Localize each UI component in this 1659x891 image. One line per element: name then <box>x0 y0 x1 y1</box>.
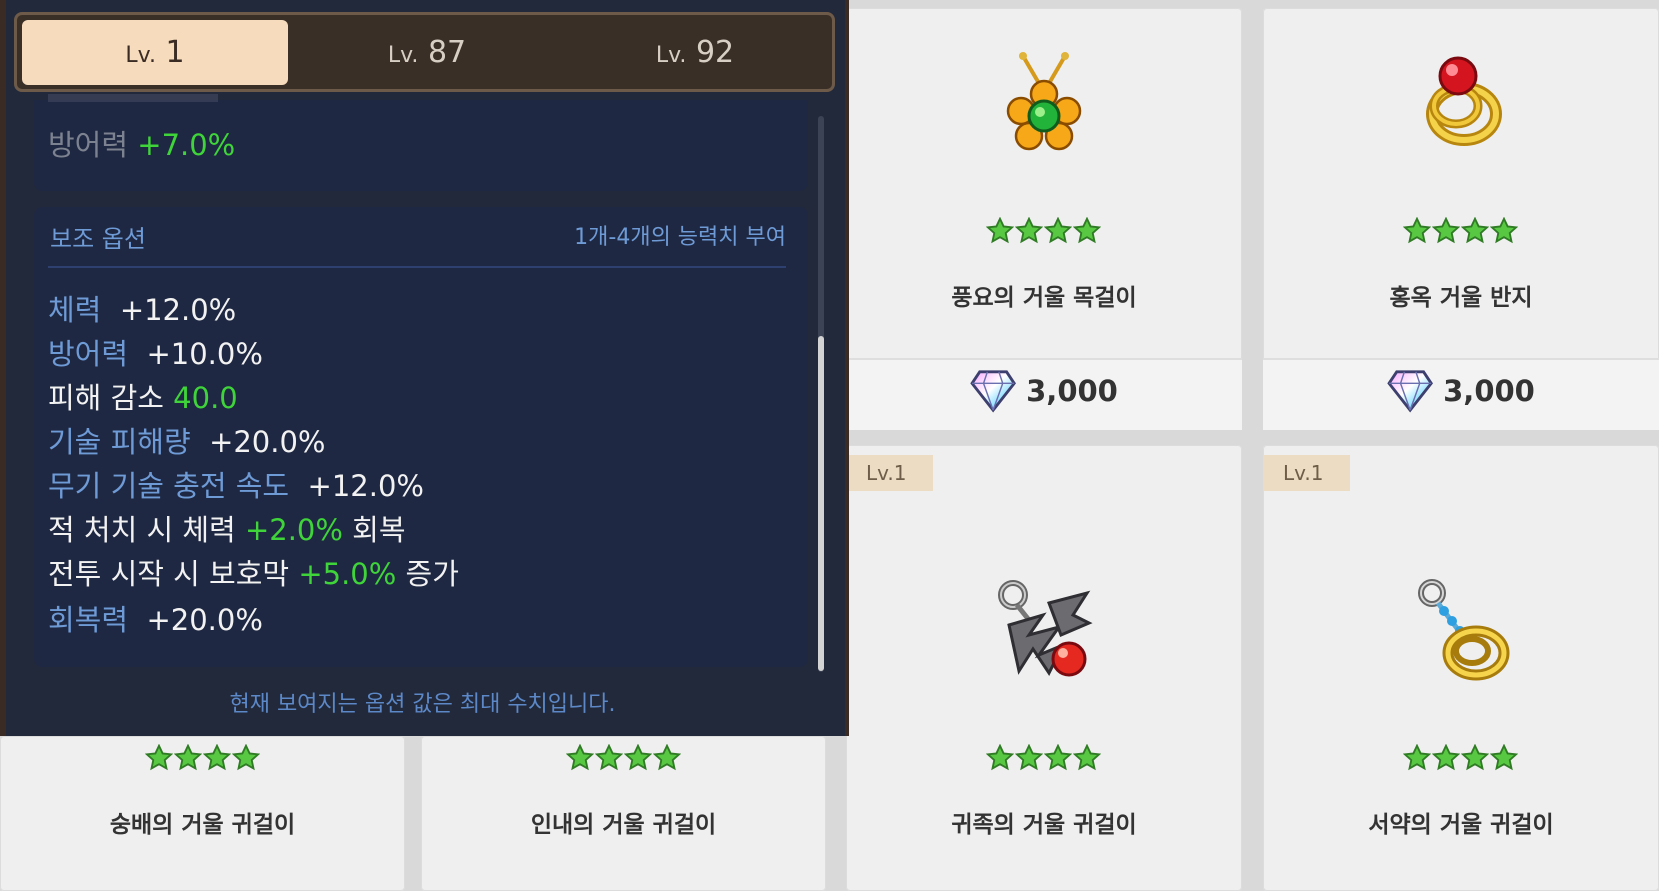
sub-options-note: 1개-4개의 능력치 부여 <box>574 225 786 250</box>
sub-options-title: 보조 옵션 <box>50 225 146 253</box>
option-line: 적 처치 시 체력 +2.0% 회복 <box>48 513 406 547</box>
green-star-icon <box>1016 217 1042 243</box>
main-options-box: 방어력 +7.0% <box>34 94 808 191</box>
level-tag: Lv.1 <box>1263 455 1350 491</box>
option-line: 피해 감소 40.0 <box>48 381 238 415</box>
ring-earring-icon <box>1418 579 1510 681</box>
green-star-icon <box>987 217 1013 243</box>
item-name: 인내의 거울 귀걸이 <box>530 812 717 838</box>
item-card-prosperity-necklace[interactable]: 풍요의 거울 목걸이 3,000 <box>846 8 1242 430</box>
scrollbar-thumb[interactable] <box>818 336 824 671</box>
item-card-noble-earring[interactable]: Lv.1 귀족의 거울 귀걸이 <box>846 445 1242 891</box>
tab-level-87[interactable]: Lv. 87 <box>294 20 560 85</box>
sub-options-box: 보조 옵션 1개-4개의 능력치 부여 체력 +12.0% 방어력 +10.0%… <box>34 207 808 667</box>
price-value: 3,000 <box>1443 374 1535 408</box>
price-value: 3,000 <box>1026 374 1118 408</box>
star-rating <box>1403 740 1519 774</box>
tab-level-1[interactable]: Lv. 1 <box>22 20 288 85</box>
footer-note: 현재 보여지는 옵션 값은 최대 수치입니다. <box>229 692 616 717</box>
level-tag: Lv.1 <box>846 455 933 491</box>
bat-earring-icon <box>998 580 1093 677</box>
item-card-worship-earring[interactable]: 숭배의 거울 귀걸이 <box>0 736 405 891</box>
item-card-ruby-ring[interactable]: 홍옥 거울 반지 3,000 <box>1263 8 1659 430</box>
star-rating <box>145 740 261 774</box>
price: 3,000 <box>970 368 1118 414</box>
diamond-gem-icon <box>970 370 1016 412</box>
price: 3,000 <box>1387 368 1535 414</box>
item-name: 서약의 거울 귀걸이 <box>1368 812 1554 838</box>
item-name: 숭배의 거울 귀걸이 <box>109 812 296 838</box>
option-line: 체력 +12.0% <box>48 293 237 327</box>
item-option-tooltip: Lv. 1 Lv. 87 Lv. 92 방어력 +7.0% 보조 옵션 1개-4… <box>0 0 849 736</box>
divider <box>48 266 786 268</box>
item-name: 귀족의 거울 귀걸이 <box>951 812 1137 838</box>
star-rating <box>986 740 1102 774</box>
item-name: 풍요의 거울 목걸이 <box>951 285 1137 311</box>
item-name: 홍옥 거울 반지 <box>1389 285 1533 311</box>
item-card-oath-earring[interactable]: Lv.1 서약의 거울 귀걸이 <box>1263 445 1659 891</box>
option-line: 회복력 +20.0% <box>48 603 263 637</box>
ruby-ring-icon <box>1426 56 1502 146</box>
option-line: 무기 기술 충전 속도 +12.0% <box>48 469 424 503</box>
tab-level-92[interactable]: Lv. 92 <box>562 20 828 85</box>
diamond-gem-icon <box>1387 370 1433 412</box>
star-rating <box>566 740 682 774</box>
level-tab-bar: Lv. 1 Lv. 87 Lv. 92 <box>14 12 835 92</box>
option-line: 기술 피해량 +20.0% <box>48 425 326 459</box>
green-star-icon <box>1074 217 1100 243</box>
green-star-icon <box>1045 217 1071 243</box>
option-line: 방어력 +10.0% <box>48 337 263 371</box>
flower-necklace-icon <box>1006 52 1082 151</box>
option-line: 전투 시작 시 보호막 +5.0% 증가 <box>48 557 459 591</box>
price-bar[interactable]: 3,000 <box>1263 358 1659 430</box>
star-rating <box>1403 213 1519 247</box>
star-rating <box>986 213 1102 247</box>
main-option-line: 방어력 +7.0% <box>48 128 236 162</box>
price-bar[interactable]: 3,000 <box>846 358 1242 430</box>
item-card-patience-earring[interactable]: 인내의 거울 귀걸이 <box>421 736 826 891</box>
